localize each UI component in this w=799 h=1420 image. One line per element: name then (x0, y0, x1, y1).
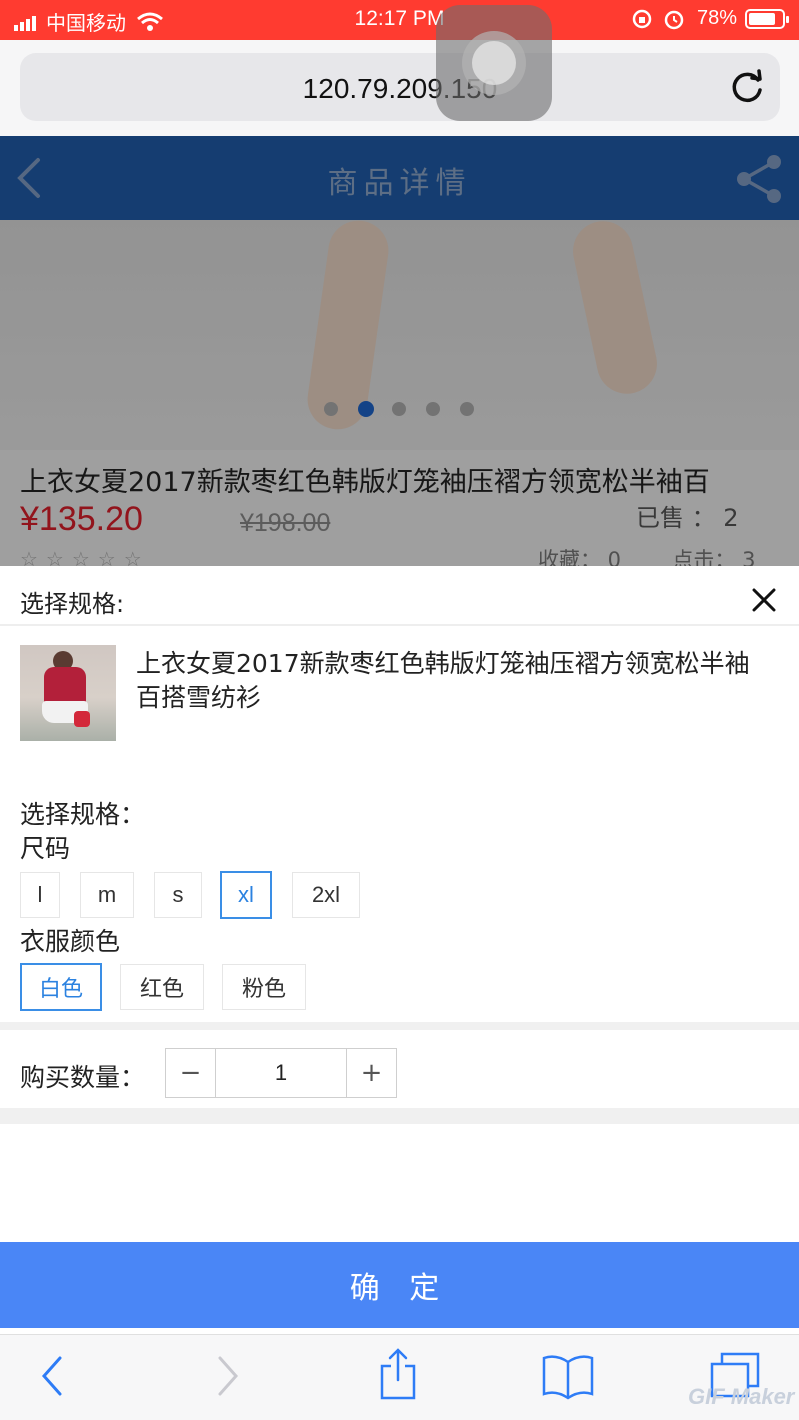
color-option-white[interactable]: 白色 (20, 963, 102, 1011)
size-label: 尺码 (20, 834, 71, 863)
size-option-s[interactable]: s (154, 872, 202, 918)
quantity-input[interactable]: 1 (216, 1049, 346, 1097)
color-label: 衣服颜色 (20, 927, 121, 956)
increment-button[interactable]: + (346, 1049, 396, 1097)
size-option-xl[interactable]: xl (220, 871, 272, 919)
size-option-2xl[interactable]: 2xl (292, 872, 360, 918)
decrement-button[interactable]: − (166, 1049, 216, 1097)
back-icon[interactable] (38, 1350, 64, 1400)
size-option-m[interactable]: m (80, 872, 134, 918)
spec-heading: 选择规格： (20, 800, 146, 829)
divider (0, 624, 799, 626)
assistive-touch-button[interactable] (436, 5, 552, 121)
gifmaker-watermark: GIF Maker (688, 1384, 795, 1409)
color-option-red[interactable]: 红色 (120, 964, 204, 1010)
url-text[interactable]: 120.79.209.150 (0, 73, 799, 105)
status-right: 78% (631, 7, 789, 30)
close-icon[interactable] (750, 586, 778, 614)
confirm-button[interactable]: 确 定 (0, 1242, 799, 1328)
quantity-label: 购买数量： (20, 1063, 146, 1092)
color-option-pink[interactable]: 粉色 (222, 964, 306, 1010)
reload-icon[interactable] (726, 66, 768, 108)
forward-icon[interactable] (216, 1350, 242, 1400)
product-thumbnail (20, 645, 116, 741)
status-bar: 中国移动 12:17 PM 78% (0, 0, 799, 40)
modal-overlay[interactable] (0, 136, 799, 566)
share-sheet-icon[interactable] (378, 1346, 418, 1402)
rotation-lock-icon (632, 9, 652, 28)
product-name: 上衣女夏2017新款枣红色韩版灯笼袖压褶方领宽松半袖百搭雪纺衫 (136, 649, 750, 712)
section-gap-2 (0, 1108, 799, 1124)
alarm-icon (664, 10, 684, 29)
bookmarks-icon[interactable] (540, 1354, 596, 1400)
battery-icon (745, 8, 789, 29)
quantity-stepper: − 1 + (165, 1048, 397, 1098)
size-option-l[interactable]: l (20, 872, 60, 918)
sheet-title: 选择规格: (20, 590, 125, 618)
section-gap (0, 1022, 799, 1030)
battery-percent: 78% (696, 7, 737, 29)
